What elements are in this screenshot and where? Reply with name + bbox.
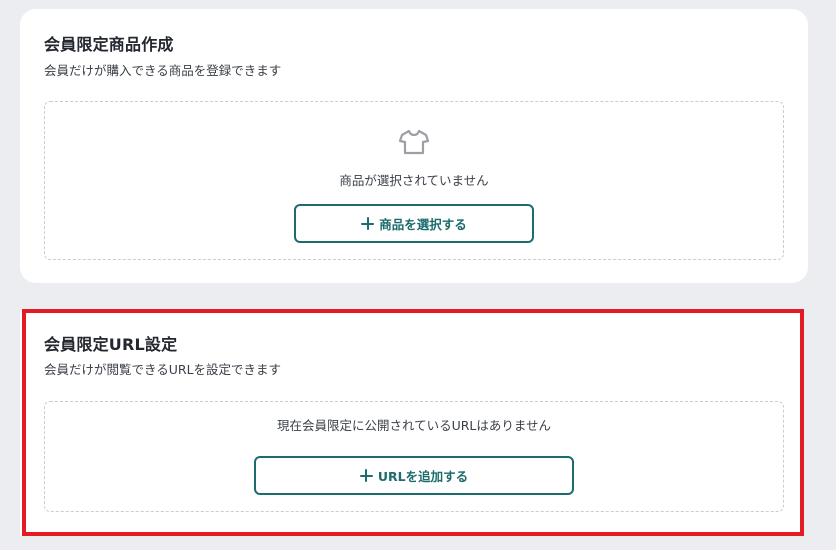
select-product-label: 商品を選択する bbox=[379, 217, 467, 232]
plus-icon bbox=[359, 469, 373, 482]
product-card-description: 会員だけが購入できる商品を登録できます bbox=[44, 63, 282, 78]
url-empty-area: 現在会員限定に公開されているURLはありません URLを追加する bbox=[44, 401, 784, 512]
product-card-title: 会員限定商品作成 bbox=[44, 35, 174, 54]
member-url-card: 会員限定URL設定 会員だけが閲覧できるURLを設定できます 現在会員限定に公開… bbox=[20, 310, 804, 536]
product-empty-message: 商品が選択されていません bbox=[339, 173, 489, 188]
plus-icon bbox=[361, 217, 375, 230]
add-url-button[interactable]: URLを追加する bbox=[254, 456, 574, 495]
select-product-button[interactable]: 商品を選択する bbox=[294, 204, 534, 243]
url-card-title: 会員限定URL設定 bbox=[44, 335, 178, 354]
product-empty-area: 商品が選択されていません 商品を選択する bbox=[44, 101, 784, 260]
shirt-icon bbox=[398, 129, 430, 155]
url-card-description: 会員だけが閲覧できるURLを設定できます bbox=[44, 362, 282, 377]
url-empty-message: 現在会員限定に公開されているURLはありません bbox=[276, 418, 552, 433]
add-url-label: URLを追加する bbox=[377, 469, 469, 484]
member-product-card: 会員限定商品作成 会員だけが購入できる商品を登録できます 商品が選択されていませ… bbox=[20, 9, 808, 283]
